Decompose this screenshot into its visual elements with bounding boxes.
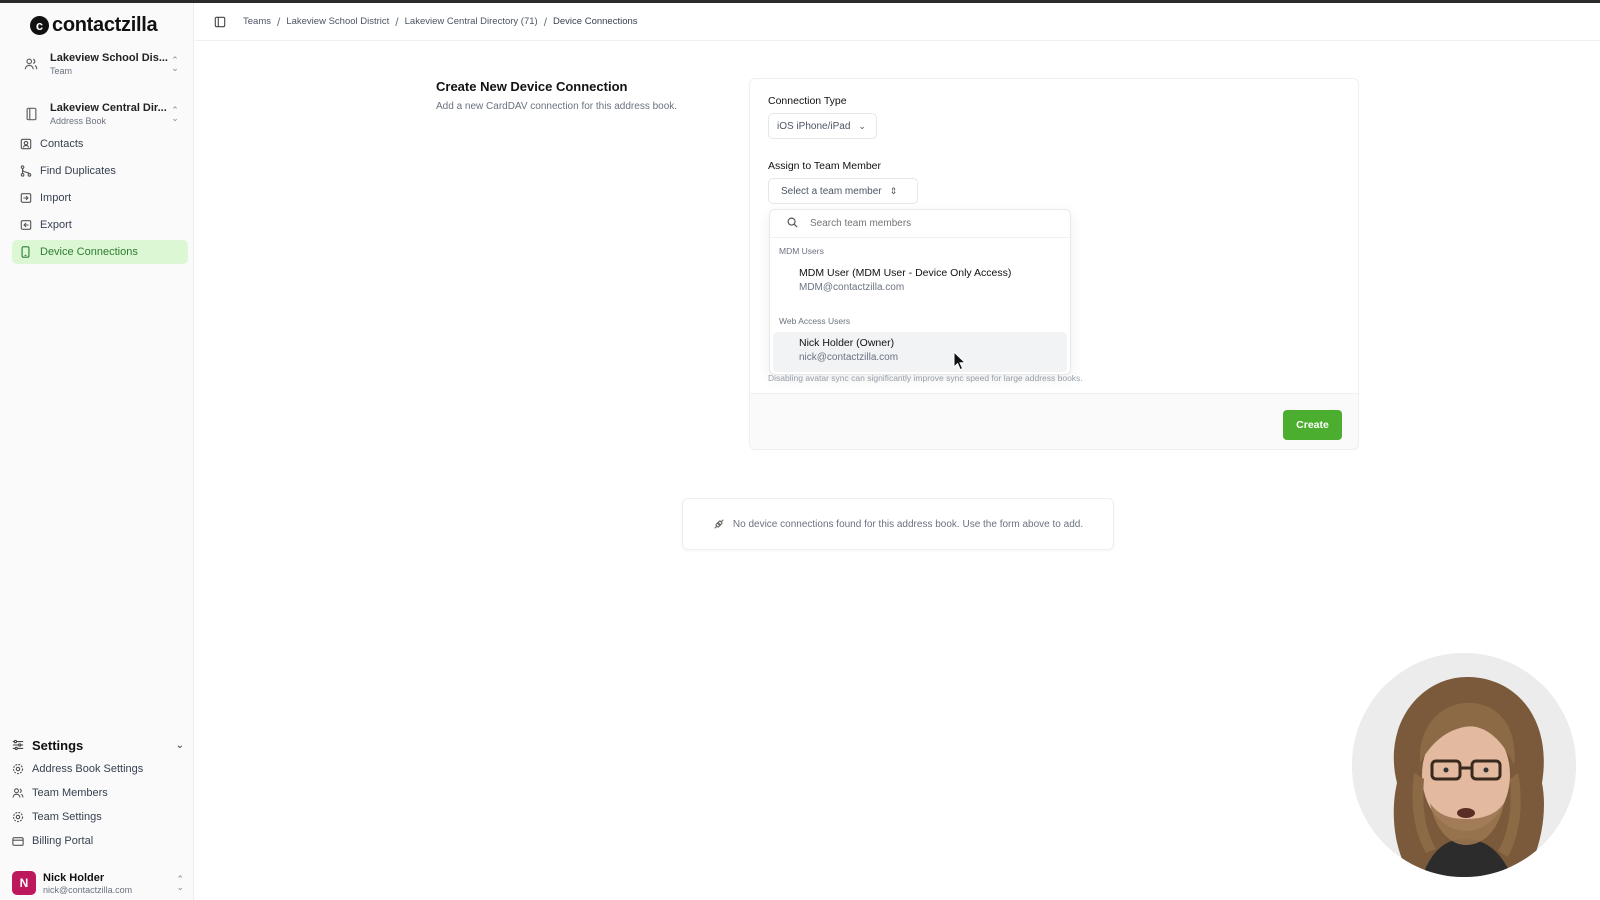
sidebar-item-find-duplicates[interactable]: Find Duplicates [12, 159, 188, 183]
sidebar-item-team-members[interactable]: Team Members [12, 783, 188, 803]
group-label-web-access-users: Web Access Users [779, 316, 851, 326]
users-icon [12, 787, 25, 799]
sidebar-item-contacts[interactable]: Contacts [12, 132, 188, 156]
address-book-label: Address Book [50, 116, 107, 126]
book-icon [22, 105, 40, 123]
sidebar-item-label: Team Settings [32, 811, 102, 823]
settings-section-toggle[interactable]: Settings ⌄ [12, 735, 188, 755]
group-label-mdm-users: MDM Users [779, 246, 824, 256]
search-icon [787, 215, 798, 233]
team-name: Lakeview School Dis... [50, 52, 168, 64]
top-header: Teams / Lakeview School District / Lakev… [195, 3, 1600, 41]
team-member-dropdown: MDM Users MDM User (MDM User - Device On… [769, 209, 1071, 375]
sidebar-item-address-book-settings[interactable]: Address Book Settings [12, 759, 188, 779]
avatar: N [12, 871, 36, 895]
app-logo[interactable]: c contactzilla [30, 14, 158, 37]
chevron-up-down-icon: ⌃ ⌄ [176, 874, 184, 892]
breadcrumb: Teams / Lakeview School District / Lakev… [243, 15, 638, 29]
sidebar-item-billing-portal[interactable]: Billing Portal [12, 831, 188, 851]
member-email: MDM@contactzilla.com [799, 282, 905, 293]
member-name: MDM User (MDM User - Device Only Access) [799, 267, 1012, 279]
chevron-down-icon: ⌄ [175, 739, 184, 751]
create-button[interactable]: Create [1283, 410, 1342, 440]
team-label: Team [50, 66, 73, 76]
sidebar-item-label: Import [40, 192, 72, 204]
unplug-icon [713, 518, 725, 530]
gear-icon [12, 811, 25, 823]
import-icon [19, 192, 32, 205]
credit-card-icon [12, 836, 25, 847]
connection-type-value: iOS iPhone/iPad [777, 120, 851, 132]
gear-icon [12, 763, 25, 775]
team-member-placeholder: Select a team member [781, 185, 882, 197]
sidebar: c contactzilla Lakeview School Dis... Te… [0, 3, 194, 900]
sidebar-item-label: Device Connections [40, 246, 138, 258]
users-icon [22, 55, 40, 73]
member-email: nick@contactzilla.com [799, 352, 899, 363]
empty-state-text: No device connections found for this add… [732, 518, 1084, 530]
assign-member-label: Assign to Team Member [768, 160, 882, 172]
sidebar-item-label: Billing Portal [32, 835, 94, 847]
export-icon [19, 219, 32, 232]
user-email: nick@contactzilla.com [43, 884, 133, 895]
breadcrumb-team[interactable]: Lakeview School District [286, 16, 389, 27]
logo-mark-icon: c [30, 16, 49, 35]
sidebar-item-label: Contacts [40, 138, 84, 150]
member-option-mdm-user[interactable]: MDM User (MDM User - Device Only Access)… [773, 262, 1067, 302]
empty-state: No device connections found for this add… [682, 498, 1114, 550]
address-book-switcher[interactable]: Lakeview Central Dir... Address Book ⌃ ⌄ [14, 94, 184, 134]
page-subtitle: Add a new CardDAV connection for this ad… [436, 101, 678, 112]
team-member-select[interactable]: Select a team member ⇕ [768, 178, 918, 204]
card-footer [750, 393, 1358, 449]
sidebar-item-label: Export [40, 219, 72, 231]
search-input[interactable] [810, 218, 1030, 229]
sidebar-item-label: Team Members [32, 787, 108, 799]
sidebar-item-team-settings[interactable]: Team Settings [12, 807, 188, 827]
breadcrumb-separator: / [395, 14, 399, 29]
presenter-video-image [1352, 653, 1576, 877]
chevron-up-down-icon: ⌃ ⌄ [171, 55, 179, 73]
breadcrumb-separator: / [543, 14, 548, 29]
member-name: Nick Holder (Owner) [799, 337, 895, 349]
sidebar-item-label: Address Book Settings [32, 763, 144, 775]
page-title: Create New Device Connection [436, 79, 628, 94]
breadcrumb-address-book[interactable]: Lakeview Central Directory (71) [405, 16, 538, 27]
connection-type-label: Connection Type [768, 95, 847, 107]
webcam-overlay [1352, 653, 1576, 877]
sidebar-item-device-connections[interactable]: Device Connections [12, 240, 188, 264]
sidebar-item-export[interactable]: Export [12, 213, 188, 237]
contacts-icon [19, 138, 32, 151]
member-search-bar [770, 210, 1070, 238]
breadcrumb-teams[interactable]: Teams [243, 16, 271, 27]
sidebar-toggle-icon[interactable] [213, 15, 227, 29]
sliders-icon [12, 739, 25, 751]
user-menu[interactable]: N Nick Holder nick@contactzilla.com ⌃ ⌄ [12, 869, 188, 897]
logo-text: contactzilla [52, 14, 158, 36]
chevron-down-icon: ⌄ [858, 120, 866, 131]
sidebar-item-import[interactable]: Import [12, 186, 188, 210]
address-book-name: Lakeview Central Dir... [50, 102, 167, 114]
settings-label: Settings [32, 737, 84, 753]
mouse-cursor-icon [953, 351, 967, 371]
chevron-up-down-icon: ⇕ [889, 185, 898, 196]
member-option-nick-holder[interactable]: Nick Holder (Owner) nick@contactzilla.co… [773, 332, 1067, 372]
breadcrumb-current: Device Connections [553, 16, 638, 27]
user-name: Nick Holder [43, 871, 105, 884]
breadcrumb-separator: / [276, 14, 281, 29]
connection-type-select[interactable]: iOS iPhone/iPad ⌄ [768, 113, 877, 139]
sidebar-item-label: Find Duplicates [40, 165, 116, 177]
merge-icon [19, 165, 32, 178]
team-switcher[interactable]: Lakeview School Dis... Team ⌃ ⌄ [14, 44, 184, 84]
device-icon [19, 246, 32, 259]
chevron-up-down-icon: ⌃ ⌄ [171, 105, 179, 123]
